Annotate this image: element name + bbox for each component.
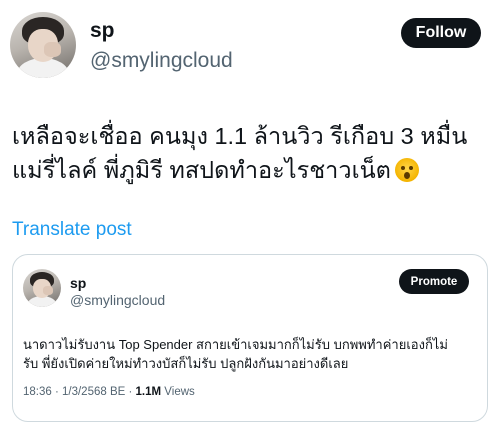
quoted-post-text-line-1: นาดาวไม่รับงาน Top Spender สกายเข้าเจมมา…: [23, 337, 448, 352]
quoted-author-handle[interactable]: @smylingcloud: [70, 292, 165, 308]
author-handle[interactable]: @smylingcloud: [90, 49, 233, 73]
translate-post-link[interactable]: Translate post: [12, 219, 132, 241]
fearful-face-emoji-icon: [394, 158, 419, 182]
views-label: Views: [161, 386, 195, 398]
quoted-author-avatar[interactable]: [23, 269, 61, 307]
follow-button[interactable]: Follow: [401, 18, 481, 48]
quoted-post-text: นาดาวไม่รับงาน Top Spender สกายเข้าเจมมา…: [23, 335, 478, 373]
post-text-line-1: เหลือจะเชื่ออ คนมุง 1.1 ล้านวิว รีเกือบ …: [12, 123, 468, 149]
post-text: เหลือจะเชื่ออ คนมุง 1.1 ล้านวิว รีเกือบ …: [12, 119, 492, 187]
promote-button[interactable]: Promote: [399, 269, 469, 294]
post-text-line-2: แม่รี่ไลค์ พี่ภูมิรี ทสปดทำอะไรชาวเน็ต: [12, 153, 492, 187]
quoted-post-meta: 18:36 · 1/3/2568 BE · 1.1M Views: [23, 386, 195, 398]
quoted-post-card[interactable]: sp @smylingcloud Promote นาดาวไม่รับงาน …: [12, 254, 488, 422]
author-display-name[interactable]: sp: [90, 19, 115, 43]
quoted-author-display-name[interactable]: sp: [70, 275, 86, 291]
author-avatar[interactable]: [10, 12, 76, 78]
quoted-post-timestamp[interactable]: 18:36 · 1/3/2568 BE ·: [23, 386, 136, 398]
quoted-post-text-line-2: รับ พี่ยังเปิดค่ายใหม่ทำวงบัสก็ไม่รับ ปล…: [23, 356, 349, 371]
views-count: 1.1M: [135, 386, 162, 398]
post-text-line-2-text: แม่รี่ไลค์ พี่ภูมิรี ทสปดทำอะไรชาวเน็ต: [12, 157, 391, 183]
